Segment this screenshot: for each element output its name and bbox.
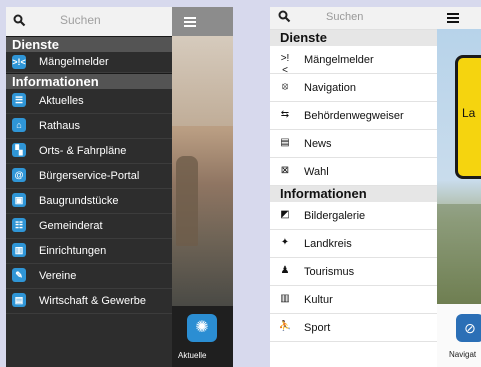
menu-item-navigation[interactable]: ⦻ Navigation	[270, 74, 437, 102]
dark-phone-screen: Suchen Dienste >!< Mängelmelder Informati…	[6, 7, 233, 367]
menu-item-tourism[interactable]: ♟ Tourismus	[270, 258, 437, 286]
culture-icon: ▥	[280, 293, 290, 304]
navigation-tile-label: Navigat	[449, 350, 477, 359]
menu-item-email[interactable]: @ Bürgerservice-Portal	[6, 164, 172, 189]
navigation-tile-icon[interactable]: ⊘	[456, 314, 481, 342]
defect-report-icon: >!<	[280, 53, 290, 76]
town-sign: La	[455, 55, 481, 179]
sport-icon: ⛹	[278, 321, 292, 332]
menu-item-news[interactable]: ☰ Aktuelles	[6, 89, 172, 114]
menu-item-election[interactable]: ⊠ Wahl	[270, 158, 437, 186]
menu-item-label: News	[304, 138, 332, 150]
dark-search-bar[interactable]: Suchen	[6, 7, 172, 36]
light-services-list: >!< Mängelmelder ⦻ Navigation ⇆ Behördenwegwe…	[270, 46, 437, 186]
menu-item-label: Mängelmelder	[39, 56, 109, 68]
dark-side-menu: Suchen Dienste >!< Mängelmelder Informati…	[6, 7, 172, 367]
menu-item-gallery[interactable]: ◩ Bildergalerie	[270, 202, 437, 230]
clubs-icon: ✎	[12, 268, 26, 282]
district-icon: ✦	[280, 237, 290, 248]
menu-item-sport[interactable]: ⛹ Sport	[270, 314, 437, 342]
photo-sky	[172, 36, 233, 126]
section-header-services: Dienste	[6, 36, 172, 52]
search-icon	[13, 14, 26, 27]
council-icon: ☷	[12, 218, 26, 232]
menu-item-facilities[interactable]: ▥ Einrichtungen	[6, 239, 172, 264]
menu-item-townhall[interactable]: ⌂ Rathaus	[6, 114, 172, 139]
town-sign-text: La	[462, 106, 476, 120]
menu-item-culture[interactable]: ▥ Kultur	[270, 286, 437, 314]
dark-bottom-bar: ✺ Aktuelle	[172, 306, 233, 367]
menu-item-label: Tourismus	[304, 266, 355, 278]
defect-report-icon: >!<	[12, 55, 26, 69]
dark-top-bar	[172, 7, 233, 36]
town-sign-photo: La	[437, 29, 481, 304]
menu-icon[interactable]	[184, 17, 196, 27]
light-phone-screen: Suchen Dienste >!< Mängelmelder ⦻ Navigatio…	[270, 7, 481, 367]
menu-item-map[interactable]: ▚ Orts- & Fahrpläne	[6, 139, 172, 164]
navigation-icon: ⦻	[281, 81, 289, 92]
facilities-icon: ▥	[12, 243, 26, 257]
menu-item-label: Aktuelles	[39, 95, 84, 107]
menu-item-label: Landkreis	[304, 238, 352, 250]
menu-item-district[interactable]: ✦ Landkreis	[270, 230, 437, 258]
light-information-list: ◩ Bildergalerie ✦ Landkreis ♟ Tourismus ▥ Kultu…	[270, 202, 437, 342]
townhall-icon: ⌂	[12, 118, 26, 132]
menu-item-label: Rathaus	[39, 120, 80, 132]
menu-item-clubs[interactable]: ✎ Vereine	[6, 264, 172, 289]
photo-statue	[176, 156, 198, 246]
menu-item-label: Wahl	[304, 166, 329, 178]
dark-services-list: >!< Mängelmelder	[6, 52, 172, 73]
gallery-icon: ◩	[280, 209, 290, 220]
signpost-icon: ⇆	[280, 109, 290, 120]
menu-item-label: Vereine	[39, 270, 77, 282]
light-search-bar[interactable]: Suchen	[270, 7, 437, 30]
menu-item-label: Wirtschaft & Gewerbe	[39, 295, 146, 307]
menu-item-label: Orts- & Fahrpläne	[39, 145, 127, 157]
menu-item-council[interactable]: ☷ Gemeinderat	[6, 214, 172, 239]
menu-item-land-plot[interactable]: ▣ Baugrundstücke	[6, 189, 172, 214]
menu-item-defect-report[interactable]: >!< Mängelmelder	[6, 52, 172, 73]
news-tile-icon[interactable]: ✺	[187, 314, 217, 342]
map-icon: ▚	[12, 143, 26, 157]
business-icon: ▤	[12, 293, 26, 307]
tourism-icon: ♟	[280, 265, 290, 276]
menu-item-label: Gemeinderat	[39, 220, 103, 232]
menu-icon[interactable]	[447, 13, 459, 23]
menu-item-label: Mängelmelder	[304, 54, 374, 66]
section-header-information: Informationen	[270, 186, 437, 202]
photo-landscape	[437, 204, 481, 304]
dark-information-list: ☰ Aktuelles ⌂ Rathaus ▚ Orts- & Fahrpläne @ Bür…	[6, 89, 172, 314]
section-header-services: Dienste	[270, 30, 437, 46]
menu-item-label: Navigation	[304, 82, 356, 94]
menu-item-signpost[interactable]: ⇆ Behördenwegweiser	[270, 102, 437, 130]
menu-item-label: Baugrundstücke	[39, 195, 119, 207]
section-header-information: Informationen	[6, 73, 172, 89]
menu-item-label: Kultur	[304, 294, 333, 306]
search-placeholder[interactable]: Suchen	[326, 11, 363, 23]
light-top-bar	[437, 7, 481, 30]
dark-content-area: ✺ Aktuelle	[172, 7, 233, 367]
menu-item-defect-report[interactable]: >!< Mängelmelder	[270, 46, 437, 76]
search-placeholder[interactable]: Suchen	[60, 13, 101, 27]
news-tile-label: Aktuelle	[178, 351, 207, 360]
menu-item-label: Bildergalerie	[304, 210, 366, 222]
news-icon: ▤	[280, 137, 290, 148]
land-plot-icon: ▣	[12, 193, 26, 207]
email-icon: @	[12, 168, 26, 182]
news-icon: ☰	[12, 93, 26, 107]
menu-item-label: Sport	[304, 322, 331, 334]
search-icon	[278, 10, 291, 23]
light-side-menu: Suchen Dienste >!< Mängelmelder ⦻ Navigatio…	[270, 7, 437, 367]
town-photo	[172, 36, 233, 306]
election-icon: ⊠	[280, 165, 290, 176]
light-bottom-bar: ⊘ Navigat	[437, 304, 481, 367]
light-content-area: La ⊘ Navigat	[437, 7, 481, 367]
menu-item-label: Behördenwegweiser	[304, 110, 404, 122]
menu-item-label: Einrichtungen	[39, 245, 107, 257]
menu-item-label: Bürgerservice-Portal	[39, 170, 140, 182]
menu-item-business[interactable]: ▤ Wirtschaft & Gewerbe	[6, 289, 172, 314]
menu-item-news[interactable]: ▤ News	[270, 130, 437, 158]
